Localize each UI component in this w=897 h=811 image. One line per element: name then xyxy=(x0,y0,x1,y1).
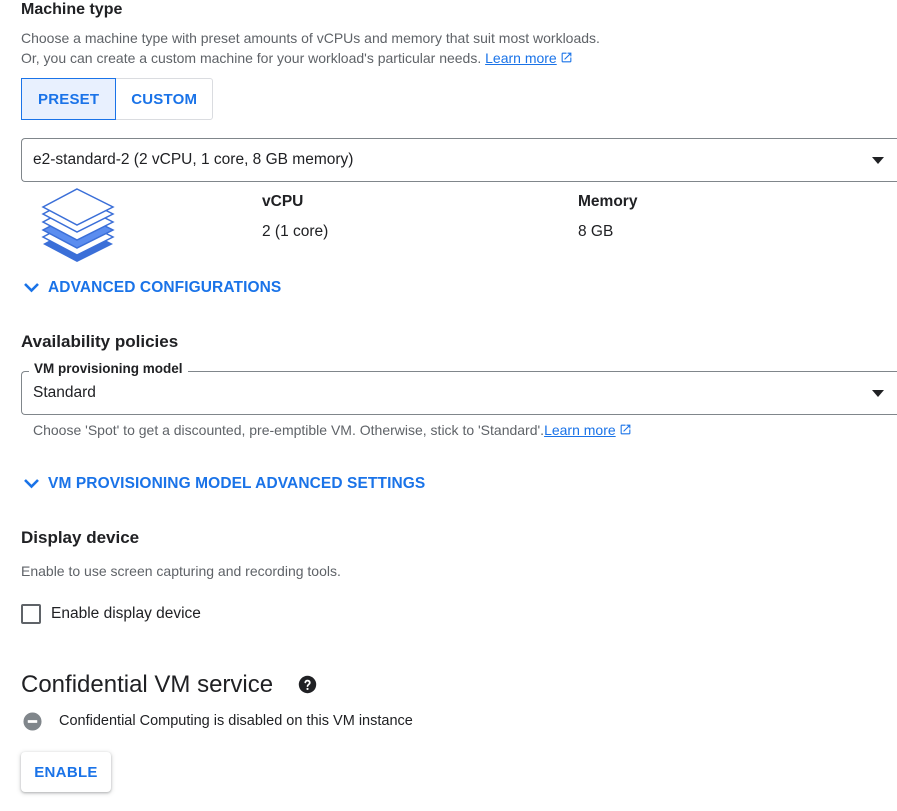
provisioning-hint-text: Choose 'Spot' to get a discounted, pre-e… xyxy=(33,422,545,438)
vm-provisioning-model-value: Standard xyxy=(33,384,96,401)
enable-display-device-checkbox[interactable] xyxy=(21,604,41,624)
help-icon[interactable] xyxy=(298,675,317,694)
vm-provisioning-model-select[interactable]: Standard xyxy=(21,371,897,415)
enable-display-device-label: Enable display device xyxy=(51,605,201,622)
vm-provisioning-advanced-toggle[interactable]: VM PROVISIONING MODEL ADVANCED SETTINGS xyxy=(23,475,425,493)
machine-type-select[interactable]: e2-standard-2 (2 vCPU, 1 core, 8 GB memo… xyxy=(21,138,897,182)
machine-type-description-2-text: Or, you can create a custom machine for … xyxy=(21,50,482,66)
display-device-title: Display device xyxy=(21,528,140,547)
machine-type-select-value: e2-standard-2 (2 vCPU, 1 core, 8 GB memo… xyxy=(33,151,354,168)
memory-label: Memory xyxy=(578,193,638,210)
vcpu-value: 2 (1 core) xyxy=(262,223,329,240)
advanced-configurations-label: ADVANCED CONFIGURATIONS xyxy=(48,279,282,296)
confidential-vm-title: Confidential VM service xyxy=(21,671,274,698)
chevron-down-icon xyxy=(24,283,39,293)
machine-stack-icon xyxy=(41,188,115,262)
machine-type-learn-more-link[interactable]: Learn more xyxy=(485,50,573,66)
open-in-new-icon xyxy=(561,52,572,63)
chevron-down-icon xyxy=(24,479,39,489)
dropdown-caret-icon xyxy=(872,157,884,164)
machine-type-description-1: Choose a machine type with preset amount… xyxy=(21,30,600,46)
provisioning-hint: Choose 'Spot' to get a discounted, pre-e… xyxy=(33,420,632,440)
dropdown-caret-icon xyxy=(872,390,884,397)
tab-preset[interactable]: PRESET xyxy=(21,78,117,120)
open-in-new-icon xyxy=(620,424,631,435)
vm-provisioning-model-label: VM provisioning model xyxy=(29,361,188,376)
machine-type-mode-toggle: PRESET CUSTOM xyxy=(21,78,214,120)
disabled-status-icon xyxy=(23,712,42,731)
display-device-description: Enable to use screen capturing and recor… xyxy=(21,563,341,579)
provisioning-learn-more-link[interactable]: Learn more xyxy=(544,422,632,438)
tab-custom[interactable]: CUSTOM xyxy=(116,79,212,119)
learn-more-label: Learn more xyxy=(485,50,557,66)
advanced-configurations-toggle[interactable]: ADVANCED CONFIGURATIONS xyxy=(23,279,281,297)
learn-more-label: Learn more xyxy=(544,422,616,438)
availability-policies-title: Availability policies xyxy=(21,332,179,351)
confidential-status-text: Confidential Computing is disabled on th… xyxy=(59,713,413,729)
memory-value: 8 GB xyxy=(578,223,614,240)
vcpu-label: vCPU xyxy=(262,193,304,210)
vm-provisioning-advanced-label: VM PROVISIONING MODEL ADVANCED SETTINGS xyxy=(48,475,426,492)
enable-confidential-button[interactable]: ENABLE xyxy=(21,752,111,792)
machine-type-description-2: Or, you can create a custom machine for … xyxy=(21,48,573,68)
machine-type-title: Machine type xyxy=(21,1,123,18)
